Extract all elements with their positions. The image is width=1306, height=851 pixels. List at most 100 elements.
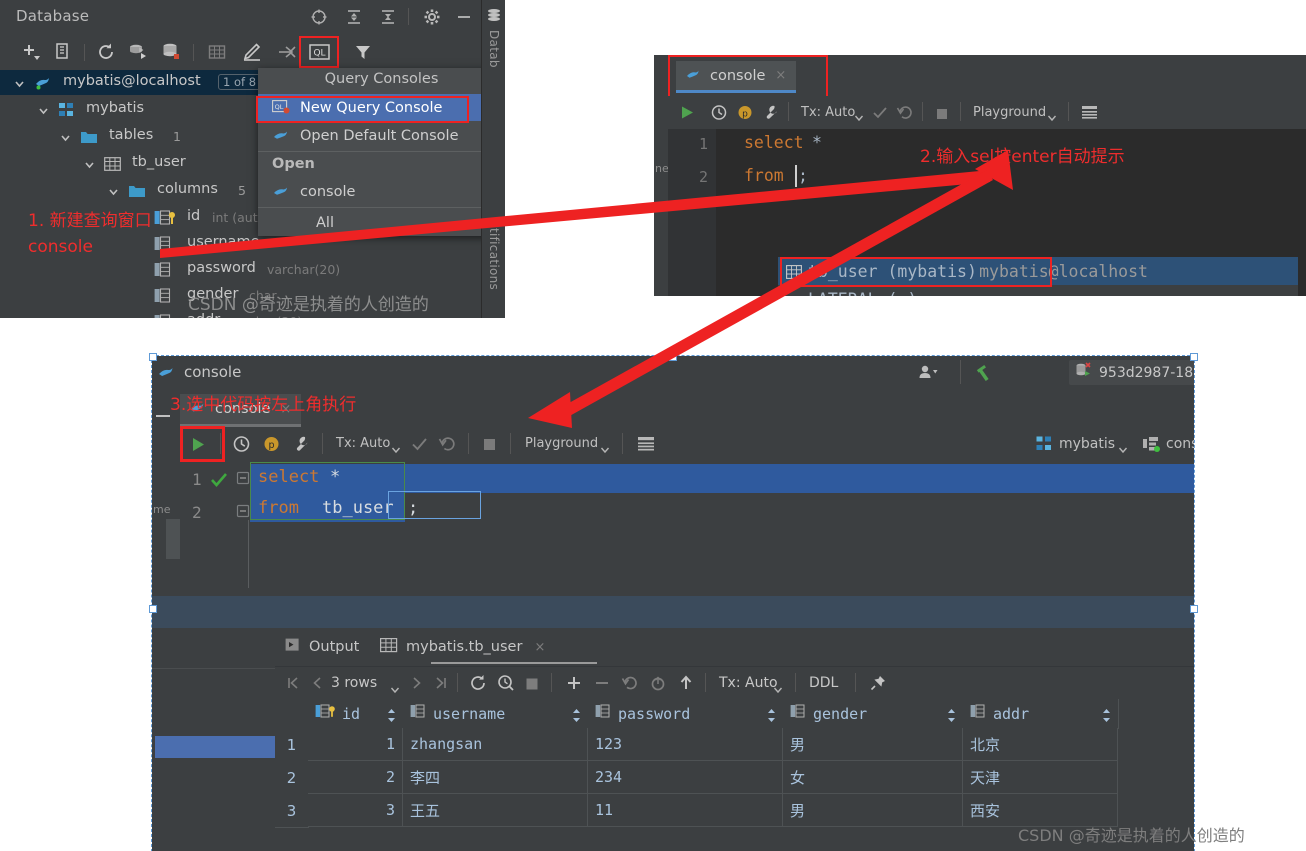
chevron-down-icon[interactable] [391,439,401,458]
chevron-down-icon[interactable] [854,107,864,126]
menu-item-console[interactable]: console [258,178,505,205]
add-row-icon[interactable] [565,674,583,696]
column-header-username[interactable]: username [403,699,589,729]
pin-icon[interactable] [869,674,887,696]
cell-gender[interactable]: 女 [783,761,963,794]
status-schema-label[interactable]: mybatis [1059,436,1115,452]
edit-pencil-icon[interactable] [242,42,264,62]
ddl-button[interactable]: DDL [809,675,838,691]
sort-arrows-icon[interactable] [387,707,396,726]
chevron-down-icon[interactable] [1047,107,1057,126]
chevron-down-icon[interactable] [38,104,49,120]
sort-arrows-icon[interactable] [947,707,956,726]
menu-item-open-default-console[interactable]: Open Default Console [258,122,505,149]
p-profile-icon[interactable]: p [262,435,281,457]
resize-handle[interactable] [149,353,157,361]
chevron-down-icon[interactable] [773,679,783,698]
duplicate-icon[interactable] [53,42,75,62]
table-row[interactable]: 1 1 zhangsan 123 男 北京 [275,728,1194,762]
filter-icon[interactable] [353,42,375,62]
sort-arrows-icon[interactable] [572,707,581,726]
chevron-down-icon[interactable] [600,439,610,458]
cell-id[interactable]: 3 [308,794,403,827]
hide-minus-icon[interactable] [455,8,473,26]
db-run-error-icon [1075,362,1093,383]
schema-selector-label[interactable]: Playground [525,436,598,451]
chevron-down-icon[interactable] [14,77,25,93]
column-header-id[interactable]: id [308,699,404,729]
data-grid-icon[interactable] [1081,105,1099,124]
refresh-icon[interactable] [96,42,118,62]
cell-password[interactable]: 234 [588,761,783,794]
tab-mybatis-tb-user[interactable]: mybatis.tb_user × [380,630,545,664]
collapse-all-icon[interactable] [379,8,397,26]
wrench-icon[interactable] [292,435,311,457]
resize-handle[interactable] [1190,605,1198,613]
cell-addr[interactable]: 北京 [963,728,1118,761]
side-tab-notifications[interactable]: tifications [487,228,501,290]
resize-handle[interactable] [1190,353,1198,361]
rows-count-label[interactable]: 3 rows [331,675,377,691]
cell-password[interactable]: 11 [588,794,783,827]
cell-username[interactable]: 王五 [403,794,588,827]
user-dropdown-icon[interactable] [918,364,940,385]
cell-gender[interactable]: 男 [783,728,963,761]
status-console-label[interactable]: conso [1166,436,1194,452]
cell-username[interactable]: 李四 [403,761,588,794]
schema-selector-label[interactable]: Playground [973,105,1046,120]
cell-id[interactable]: 1 [308,728,403,761]
hide-minus-icon[interactable] [156,415,170,417]
resize-handle[interactable] [149,605,157,613]
resize-handle[interactable] [669,353,677,361]
table-row[interactable]: 2 2 李四 234 女 天津 [275,761,1194,795]
fold-marker-icon[interactable] [236,470,250,489]
history-clock-icon[interactable] [232,435,251,457]
tree-node-password[interactable]: password varchar(20) [0,257,481,282]
cell-addr[interactable]: 天津 [963,761,1118,794]
run-script-icon[interactable] [128,42,150,62]
gear-icon[interactable] [423,8,441,26]
menu-item-all[interactable]: All [258,209,505,236]
chevron-down-icon[interactable] [60,131,71,147]
side-tab-database[interactable]: Datab [487,30,501,68]
submit-up-icon[interactable] [677,674,695,696]
column-header-addr[interactable]: addr [963,699,1119,729]
tab-output[interactable]: Output [285,630,359,664]
run-configuration-chip[interactable]: 953d2987-1865-4c [1069,360,1194,385]
cell-username[interactable]: zhangsan [403,728,588,761]
column-header-password[interactable]: password [588,699,784,729]
chevron-down-icon[interactable] [390,679,400,698]
sort-arrows-icon[interactable] [1102,707,1111,726]
chevron-down-icon[interactable] [108,185,119,201]
results-side-selected-row[interactable] [155,736,275,758]
history-clock-icon[interactable] [710,104,728,125]
chevron-down-icon[interactable] [84,158,95,174]
green-arrow-icon[interactable] [976,362,998,387]
tx-mode-label[interactable]: Tx: Auto [336,436,390,451]
cell-id[interactable]: 2 [308,761,403,794]
cell-password[interactable]: 123 [588,728,783,761]
p-profile-icon[interactable]: p [736,104,754,125]
tx-mode-label[interactable]: Tx: Auto [801,105,855,120]
run-triangle-icon[interactable] [678,104,696,125]
sync-database-icon[interactable] [161,42,183,62]
column-icon [154,262,174,282]
expand-all-icon[interactable] [345,8,363,26]
cell-gender[interactable]: 男 [783,794,963,827]
wrench-icon[interactable] [762,104,780,125]
data-grid-icon[interactable] [637,436,656,456]
reload-icon[interactable] [469,674,487,696]
close-icon[interactable]: × [534,640,545,655]
locate-icon[interactable] [310,8,328,26]
chevron-down-icon[interactable] [1118,439,1128,458]
page-size-icon[interactable] [497,674,515,696]
jump-to-icon[interactable] [277,42,299,62]
left-rail-tab[interactable] [166,519,180,559]
divider [322,433,323,454]
line-number: 1 [192,470,202,489]
add-plus-icon[interactable] [20,42,42,62]
tree-label: mybatis@localhost [63,73,201,89]
column-header-gender[interactable]: gender [783,699,964,729]
tx-mode-label[interactable]: Tx: Auto [719,675,778,691]
sort-arrows-icon[interactable] [767,707,776,726]
